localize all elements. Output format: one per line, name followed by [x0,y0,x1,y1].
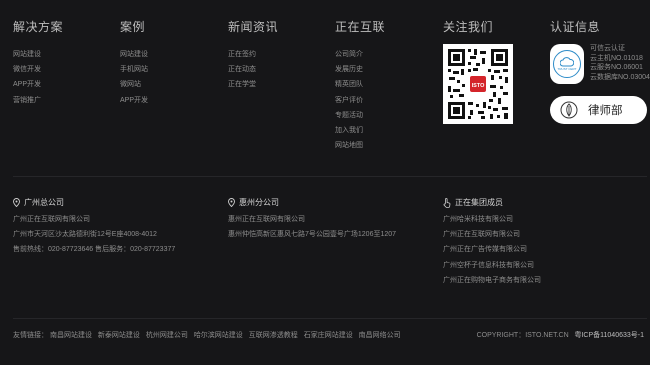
footer-link[interactable]: 正在签约 [228,47,278,62]
friend-links: 友情链接： 南昌网站建设 新泰网站建设 杭州网建公司 哈尔滨网站建设 互联网渗透… [13,330,405,340]
friend-link[interactable]: 哈尔滨网站建设 [194,332,243,339]
cert-info-lines: 可信云认证 云主机NO.01018 云服务NO.06001 云数据库NO.030… [590,44,650,82]
copyright: COPYRIGHT：ISTO.NET.CN 粤ICP备11040633号-1 [477,330,644,340]
footer-link[interactable]: 精英团队 [335,77,385,92]
footer-link[interactable]: 加入我们 [335,123,385,138]
friend-link[interactable]: 互联网渗透教程 [249,332,298,339]
lawyer-label: 律师部 [588,105,623,117]
footer-link[interactable]: 网站地图 [335,138,385,153]
divider [13,318,647,319]
friend-link[interactable]: 南昌网络公司 [359,332,401,339]
column-title: 认证信息 [550,20,601,34]
footer-column-news: 新闻资讯 正在签约 正在动态 正在学堂 [228,18,278,93]
office-heading: 广州总公司 [13,197,175,208]
column-title: 案例 [120,20,146,34]
office-name: 惠州分公司 [239,198,279,207]
member-link[interactable]: 广州正在购物电子商务有限公司 [443,273,541,288]
footer-link[interactable]: 专题活动 [335,108,385,123]
cert-line: 云主机NO.01018 [590,54,643,62]
office-line: 广州正在互联网有限公司 [13,216,90,223]
friend-link[interactable]: 杭州网建公司 [146,332,188,339]
footer-column-cases: 案例 网站建设 手机网站 微网站 APP开发 [120,18,148,108]
office-line: 广州市天河区沙太路德利街12号E座4008-4012 [13,231,157,239]
cert-line: 可信云认证 [590,45,625,52]
footer-link[interactable]: 微信开发 [13,62,63,77]
footer-column-about: 正在互联 公司简介 发展历史 精英团队 客户评价 专题活动 加入我们 网站地图 [335,18,385,153]
wechat-qr-code: ISTO [443,44,513,124]
location-pin-icon [13,198,20,207]
office-heading: 惠州分公司 [228,197,396,208]
member-link[interactable]: 广州正在广告传媒有限公司 [443,242,541,257]
footer-link[interactable]: 手机网站 [120,62,148,77]
column-title: 正在互联 [335,20,386,34]
column-title: 关注我们 [443,20,494,34]
footer-link[interactable]: 公司简介 [335,47,385,62]
divider [13,176,647,177]
footer-link[interactable]: 网站建设 [13,47,63,62]
group-members: 正在集团成员 广州哈米科技有限公司 广州正在互联网有限公司 广州正在广告传媒有限… [443,197,541,288]
office-line: 售前热线：020-87723646 售后服务：020-87723377 [13,246,176,254]
friend-links-label: 友情链接： [13,332,48,339]
office-heading: 正在集团成员 [443,197,541,208]
member-link[interactable]: 广州哈米科技有限公司 [443,212,541,227]
office-huizhou: 惠州分公司 惠州正在互联网有限公司 惠州仲恺高新区惠风七路7号公园壹号广场120… [228,197,396,242]
office-name: 广州总公司 [24,198,64,207]
column-title: 解决方案 [13,20,64,34]
footer-link[interactable]: 微网站 [120,77,148,92]
footer-link[interactable]: 客户评价 [335,93,385,108]
footer-link[interactable]: 正在动态 [228,62,278,77]
footer-link[interactable]: 营销推广 [13,93,63,108]
copyright-text: COPYRIGHT：ISTO.NET.CN [476,332,569,339]
trust-cloud-badge[interactable]: TRUST CERT [550,44,584,84]
column-title: 新闻资讯 [228,20,279,34]
footer-column-solutions: 解决方案 网站建设 微信开发 APP开发 营销推广 [13,18,63,108]
footer-link[interactable]: APP开发 [120,93,148,108]
friend-link[interactable]: 南昌网站建设 [50,332,92,339]
office-line: 惠州正在互联网有限公司 [228,216,305,223]
follow-us-section: 关注我们 [443,18,493,47]
badge-label: TRUST CERT [557,67,577,71]
location-pin-icon [228,198,235,207]
footer-link[interactable]: 网站建设 [120,47,148,62]
office-guangzhou: 广州总公司 广州正在互联网有限公司 广州市天河区沙太路德利街12号E座4008-… [13,197,175,258]
cert-line: 云服务NO.06001 [590,64,643,71]
qr-logo-label: ISTO [472,83,485,89]
group-title: 正在集团成员 [455,198,503,207]
footer-link[interactable]: 发展历史 [335,62,385,77]
hand-pointer-icon [443,197,451,208]
footer-link[interactable]: 正在学堂 [228,77,278,92]
office-line: 惠州仲恺高新区惠风七路7号公园壹号广场1206至1207 [228,231,397,239]
feather-pen-icon [560,101,578,119]
member-link[interactable]: 广州空杯子信息科技有限公司 [443,258,541,273]
certification-section: 认证信息 [550,18,600,47]
cert-line: 云数据库NO.03004 [590,73,650,81]
member-link[interactable]: 广州正在互联网有限公司 [443,227,541,242]
icp-license-link[interactable]: 粤ICP备11040633号-1 [574,332,644,339]
footer-link[interactable]: APP开发 [13,77,63,92]
friend-link[interactable]: 石家庄网站建设 [304,332,353,339]
friend-link[interactable]: 新泰网站建设 [98,332,140,339]
cloud-icon: TRUST CERT [553,50,581,78]
lawyer-department-button[interactable]: 律师部 [550,96,647,124]
